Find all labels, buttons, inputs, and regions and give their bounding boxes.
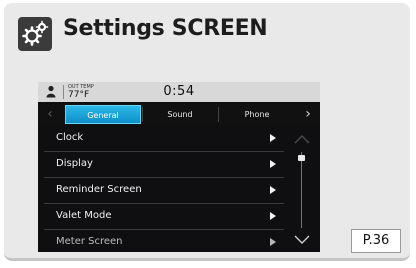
menu-item-reminder-screen[interactable]: Reminder Screen bbox=[44, 178, 284, 204]
menu-item-label: Reminder Screen bbox=[56, 184, 142, 195]
play-arrow-icon bbox=[270, 134, 276, 142]
infotainment-screen: OUT TEMP 77°F 0:54 ‹ General Sound Phone… bbox=[38, 82, 320, 252]
tab-phone[interactable]: Phone bbox=[219, 105, 295, 124]
menu-item-meter-screen[interactable]: Meter Screen bbox=[44, 230, 284, 252]
tab-prev-arrow-icon[interactable]: ‹ bbox=[38, 104, 62, 125]
scrollbar-track[interactable] bbox=[301, 152, 302, 228]
menu-item-clock[interactable]: Clock bbox=[44, 126, 284, 152]
play-arrow-icon bbox=[270, 238, 276, 246]
menu-item-display[interactable]: Display bbox=[44, 152, 284, 178]
menu-item-valet-mode[interactable]: Valet Mode bbox=[44, 204, 284, 230]
status-bar: OUT TEMP 77°F 0:54 bbox=[38, 82, 320, 102]
gear-icon bbox=[18, 17, 52, 51]
tab-sound[interactable]: Sound bbox=[143, 105, 217, 124]
play-arrow-icon bbox=[270, 212, 276, 220]
tab-bar: ‹ General Sound Phone › bbox=[38, 104, 320, 125]
menu-item-label: Display bbox=[56, 158, 93, 169]
tab-next-arrow-icon[interactable]: › bbox=[296, 104, 320, 125]
play-arrow-icon bbox=[270, 160, 276, 168]
tab-general[interactable]: General bbox=[65, 105, 141, 124]
scroll-up-icon[interactable] bbox=[290, 132, 314, 146]
menu-item-label: Clock bbox=[56, 132, 84, 143]
settings-screen-card: Settings SCREEN OUT TEMP 77°F 0:54 ‹ Gen… bbox=[4, 3, 410, 261]
menu-item-label: Valet Mode bbox=[56, 210, 112, 221]
scroll-down-icon[interactable] bbox=[290, 233, 314, 247]
clock-display: 0:54 bbox=[163, 84, 195, 99]
page-reference-badge: P.36 bbox=[351, 229, 401, 253]
settings-menu-list: Clock Display Reminder Screen Valet Mode… bbox=[38, 126, 320, 252]
menu-item-label: Meter Screen bbox=[56, 236, 123, 247]
play-arrow-icon bbox=[270, 186, 276, 194]
scrollbar-thumb[interactable] bbox=[298, 155, 305, 161]
page-title: Settings SCREEN bbox=[63, 16, 268, 41]
